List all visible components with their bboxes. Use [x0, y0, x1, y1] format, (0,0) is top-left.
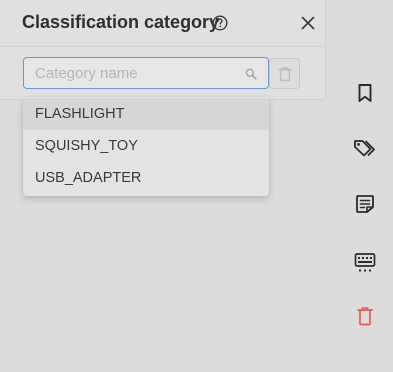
category-option-usb-adapter[interactable]: USB_ADAPTER: [23, 162, 269, 194]
note-icon[interactable]: [353, 192, 377, 216]
close-button[interactable]: [297, 12, 319, 34]
trash-icon: [277, 66, 292, 81]
category-dropdown: FLASHLIGHT SQUISHY_TOY USB_ADAPTER: [23, 97, 269, 196]
delete-category-button[interactable]: [269, 58, 300, 89]
keyboard-icon[interactable]: [353, 251, 377, 275]
panel-title: Classification category: [22, 12, 220, 32]
close-icon: [301, 16, 315, 30]
help-icon[interactable]: [212, 15, 228, 31]
search-icon: [245, 67, 257, 80]
trash-icon[interactable]: [353, 304, 377, 328]
category-option-squishy-toy[interactable]: SQUISHY_TOY: [23, 130, 269, 162]
bookmark-icon[interactable]: [353, 81, 377, 105]
category-option-flashlight[interactable]: FLASHLIGHT: [23, 98, 269, 130]
classification-panel: Classification category: [0, 0, 326, 100]
category-name-input[interactable]: [24, 58, 234, 88]
category-search-field[interactable]: [23, 57, 269, 89]
tags-icon[interactable]: [353, 137, 377, 161]
panel-header: Classification category: [0, 0, 326, 47]
